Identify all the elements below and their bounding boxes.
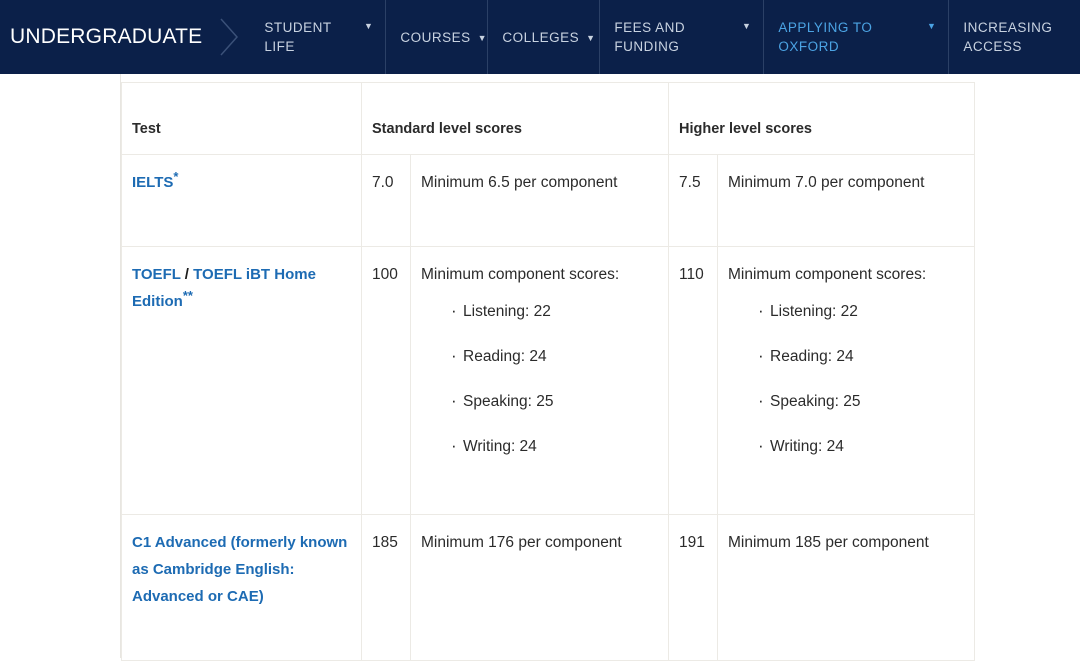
list-item: Speaking: 25 — [758, 388, 964, 415]
nav-item-list: STUDENT LIFE ▼ COURSES ▼ COLLEGES ▼ FEES… — [250, 0, 1080, 74]
table-header-row: Test Standard level scores Higher level … — [122, 83, 975, 155]
chevron-down-icon[interactable]: ▼ — [478, 34, 487, 43]
list-item: Listening: 22 — [758, 298, 964, 325]
footnote-marker: * — [173, 169, 178, 184]
component-score-list: Listening: 22 Reading: 24 Speaking: 25 W… — [421, 298, 658, 460]
chevron-down-icon[interactable]: ▼ — [364, 22, 373, 31]
table-row: C1 Advanced (formerly known as Cambridge… — [122, 515, 975, 661]
list-item: Writing: 24 — [451, 433, 658, 460]
nav-item-label: STUDENT LIFE — [264, 18, 331, 56]
nav-item-applying-to-oxford[interactable]: APPLYING TO OXFORD ▼ — [763, 0, 948, 74]
cell-standard-description: Minimum 176 per component — [411, 515, 669, 661]
test-link[interactable]: IELTS — [132, 174, 173, 191]
column-header-standard-level-scores: Standard level scores — [362, 83, 669, 155]
list-item: Reading: 24 — [451, 343, 658, 370]
nav-item-label: COURSES — [400, 28, 470, 47]
table-row: TOEFL / TOEFL iBT Home Edition** 100 Min… — [122, 247, 975, 515]
site-navigation-bar: UNDERGRADUATE STUDENT LIFE ▼ COURSES ▼ C… — [0, 0, 1080, 74]
separator-text: / — [181, 266, 194, 283]
list-item: Writing: 24 — [758, 433, 964, 460]
footnote-marker: ** — [183, 288, 193, 303]
english-requirements-table: Test Standard level scores Higher level … — [121, 82, 975, 661]
nav-item-student-life[interactable]: STUDENT LIFE ▼ — [250, 0, 385, 74]
list-item: Speaking: 25 — [451, 388, 658, 415]
column-header-higher-level-scores: Higher level scores — [669, 83, 975, 155]
nav-item-increasing-access[interactable]: INCREASING ACCESS — [948, 0, 1068, 74]
cell-standard-description: Minimum component scores: Listening: 22 … — [411, 247, 669, 515]
description-text: Minimum 176 per component — [421, 529, 658, 556]
nav-item-label: APPLYING TO OXFORD — [778, 18, 872, 56]
cell-standard-score: 100 — [362, 247, 411, 515]
chevron-down-icon[interactable]: ▼ — [586, 34, 595, 43]
description-text: Minimum component scores: — [421, 261, 658, 288]
cell-test-name: TOEFL / TOEFL iBT Home Edition** — [122, 247, 362, 515]
cell-higher-score: 110 — [669, 247, 718, 515]
cell-higher-description: Minimum component scores: Listening: 22 … — [718, 247, 975, 515]
cell-higher-description: Minimum 185 per component — [718, 515, 975, 661]
cell-standard-score: 185 — [362, 515, 411, 661]
brand-undergraduate[interactable]: UNDERGRADUATE — [0, 0, 208, 74]
chevron-down-icon[interactable]: ▼ — [742, 22, 751, 31]
page-content: Test Standard level scores Higher level … — [0, 74, 1080, 658]
cell-higher-score: 191 — [669, 515, 718, 661]
nav-item-colleges[interactable]: COLLEGES ▼ — [487, 0, 599, 74]
nav-item-courses[interactable]: COURSES ▼ — [385, 0, 487, 74]
nav-item-label: FEES AND FUNDING — [614, 18, 685, 56]
list-item: Listening: 22 — [451, 298, 658, 325]
list-item: Reading: 24 — [758, 343, 964, 370]
table-body: IELTS* 7.0 Minimum 6.5 per component 7.5… — [122, 155, 975, 661]
description-text: Minimum 6.5 per component — [421, 169, 658, 196]
table-row: IELTS* 7.0 Minimum 6.5 per component 7.5… — [122, 155, 975, 247]
component-score-list: Listening: 22 Reading: 24 Speaking: 25 W… — [728, 298, 964, 460]
cell-standard-score: 7.0 — [362, 155, 411, 247]
chevron-down-icon[interactable]: ▼ — [927, 22, 936, 31]
description-text: Minimum 7.0 per component — [728, 169, 964, 196]
cell-test-name: IELTS* — [122, 155, 362, 247]
description-text: Minimum 185 per component — [728, 529, 964, 556]
nav-item-fees-and-funding[interactable]: FEES AND FUNDING ▼ — [599, 0, 763, 74]
english-requirements-table-wrapper: Test Standard level scores Higher level … — [121, 82, 974, 661]
brand-label: UNDERGRADUATE — [10, 25, 202, 49]
test-link[interactable]: TOEFL — [132, 266, 181, 283]
test-link[interactable]: C1 Advanced (formerly known as Cambridge… — [132, 534, 347, 605]
cell-standard-description: Minimum 6.5 per component — [411, 155, 669, 247]
description-text: Minimum component scores: — [728, 261, 964, 288]
cell-higher-score: 7.5 — [669, 155, 718, 247]
column-header-test: Test — [122, 83, 362, 155]
nav-item-label: COLLEGES — [502, 28, 579, 47]
cell-test-name: C1 Advanced (formerly known as Cambridge… — [122, 515, 362, 661]
nav-item-label: INCREASING ACCESS — [963, 18, 1052, 56]
table-head: Test Standard level scores Higher level … — [122, 83, 975, 155]
chevron-right-icon — [208, 0, 250, 74]
cell-higher-description: Minimum 7.0 per component — [718, 155, 975, 247]
